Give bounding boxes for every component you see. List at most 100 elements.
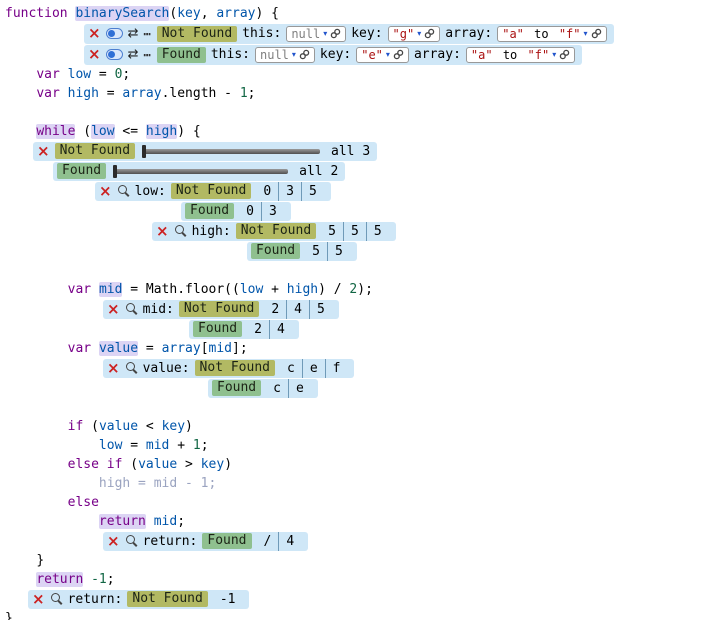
remove-button[interactable]: × [156, 224, 169, 239]
code-line: low = mid + 1; [5, 436, 712, 455]
more-options-icon[interactable]: ⋯ [143, 28, 151, 40]
iteration-slider[interactable] [142, 149, 320, 154]
example-badge-not-found[interactable]: Not Found [195, 360, 275, 376]
remove-button[interactable]: × [32, 592, 45, 607]
example-badge-found[interactable]: Found [185, 203, 234, 219]
probe-value-cell: 5 [327, 242, 350, 261]
code-line: else [5, 493, 712, 512]
example-enabled-toggle[interactable] [106, 49, 123, 60]
probed-expression[interactable]: return [99, 514, 146, 529]
example-badge-found[interactable]: Found [193, 321, 242, 337]
example-badge-not-found[interactable]: Not Found [236, 223, 316, 239]
code-token: = [138, 341, 161, 356]
example-enabled-toggle[interactable] [106, 28, 123, 39]
loop-iteration-slider-row: Foundall 2 [5, 161, 712, 181]
probe-value-cell: 5 [301, 182, 324, 201]
magnifier-icon [175, 225, 184, 234]
code-token: value [99, 419, 138, 434]
probe-strip: ×high:Not Found555 [152, 222, 396, 241]
iteration-slider[interactable] [113, 169, 288, 174]
example-badge-not-found[interactable]: Not Found [157, 26, 237, 42]
link-icon[interactable] [559, 49, 570, 60]
probed-expression[interactable]: binarySearch [75, 6, 169, 21]
code-token: + [169, 438, 192, 453]
code-token: = [91, 67, 114, 82]
code-token [5, 419, 68, 434]
example-badge-found[interactable]: Found [57, 163, 106, 179]
dropdown-value: "e" [361, 48, 383, 62]
example-badge-not-found[interactable]: Not Found [171, 183, 251, 199]
probe-strip: ×low:Not Found035 [95, 182, 331, 201]
probed-expression[interactable]: mid [99, 282, 122, 297]
remove-button[interactable]: × [99, 184, 112, 199]
code-token [5, 476, 99, 491]
code-token: ) [185, 419, 193, 434]
remove-button[interactable]: × [107, 534, 120, 549]
code-editor[interactable]: function binarySearch(key, array) {×⇄⋯No… [0, 0, 712, 620]
code-token: else [68, 495, 99, 510]
more-options-icon[interactable]: ⋯ [143, 49, 151, 61]
loop-iteration-slider-row: ×Not Foundall 3 [5, 141, 712, 161]
code-token: ; [201, 438, 209, 453]
dropdown-caret-icon: ▾ [386, 51, 390, 59]
example-badge-found[interactable]: Found [202, 533, 251, 549]
probed-expression[interactable]: low [91, 124, 114, 139]
param-value-dropdown[interactable]: "e"▾ [356, 47, 409, 63]
code-token: [ [201, 341, 209, 356]
probe-row: ×return:Found/4 [5, 531, 712, 551]
probe-value-cell: / [257, 532, 279, 551]
example-badge-not-found[interactable]: Not Found [55, 143, 135, 159]
example-badge-found[interactable]: Found [212, 380, 261, 396]
probe-row: ×high:Not Found555 [5, 221, 712, 241]
remove-button[interactable]: × [88, 26, 101, 41]
swap-icon[interactable]: ⇄ [128, 27, 139, 40]
link-icon[interactable] [393, 49, 404, 60]
code-token: = [122, 282, 145, 297]
param-value-dropdown[interactable]: null▾ [255, 47, 315, 63]
code-line: return -1; [5, 570, 712, 589]
code-token: 1 [240, 86, 248, 101]
remove-button[interactable]: × [37, 144, 50, 159]
probed-expression[interactable]: high [146, 124, 177, 139]
probe-value-cell: 0 [239, 202, 261, 221]
probe-values: -1 [213, 590, 243, 609]
code-token: key [162, 419, 185, 434]
param-value-dropdown[interactable]: null▾ [286, 26, 346, 42]
example-badge-found[interactable]: Found [251, 243, 300, 259]
probe-row: Foundce [5, 378, 712, 398]
remove-button[interactable]: × [88, 47, 101, 62]
remove-button[interactable]: × [107, 302, 120, 317]
example-badge-not-found[interactable]: Not Found [179, 301, 259, 317]
example-badge-found[interactable]: Found [157, 47, 206, 63]
probe-value-cell: 5 [321, 222, 343, 241]
code-token: key [201, 457, 224, 472]
remove-button[interactable]: × [107, 361, 120, 376]
code-token [5, 457, 68, 472]
probed-expression[interactable]: return [36, 572, 83, 587]
code-token [83, 572, 91, 587]
link-icon[interactable] [299, 49, 310, 60]
param-label: key: [320, 47, 351, 62]
code-token: ; [177, 514, 185, 529]
param-value-dropdown[interactable]: "g"▾ [388, 26, 441, 42]
probe-strip: Foundce [208, 379, 318, 398]
probed-expression[interactable]: while [36, 124, 75, 139]
param-value-dropdown[interactable]: "a" to "f"▾ [466, 47, 575, 63]
link-icon[interactable] [591, 28, 602, 39]
example-badge-not-found[interactable]: Not Found [127, 591, 207, 607]
probe-value-cell: 5 [366, 222, 389, 241]
slider-thumb[interactable] [142, 145, 146, 158]
link-icon[interactable] [424, 28, 435, 39]
link-icon[interactable] [330, 28, 341, 39]
code-token: value [138, 457, 177, 472]
code-line: var low = 0; [5, 65, 712, 84]
swap-icon[interactable]: ⇄ [128, 48, 139, 61]
code-line: high = mid - 1; [5, 474, 712, 493]
param-value-dropdown[interactable]: "a" to "f"▾ [497, 26, 606, 42]
param-label: array: [445, 26, 492, 41]
probed-expression[interactable]: value [99, 341, 138, 356]
probe-value-cell: 3 [261, 202, 284, 221]
probe-value-cell: e [288, 379, 311, 398]
probe-strip: ×⇄⋯Not Foundthis:null▾key:"g"▾array:"a" … [84, 24, 614, 44]
slider-thumb[interactable] [113, 165, 117, 178]
